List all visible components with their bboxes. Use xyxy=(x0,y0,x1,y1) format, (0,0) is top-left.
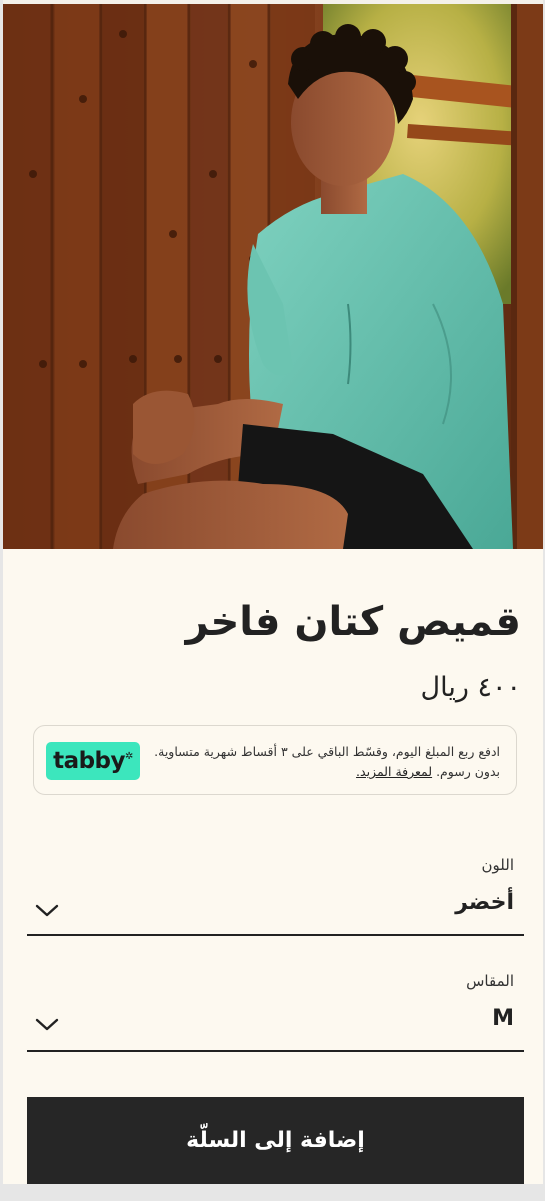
chevron-down-icon xyxy=(35,1018,59,1031)
size-select[interactable]: المقاس M xyxy=(27,968,524,1052)
tabby-installments-banner: ادفع ربع المبلغ اليوم، وقسّط الباقي على … xyxy=(33,725,517,795)
tabby-learn-more-link[interactable]: لمعرفة المزيد. xyxy=(356,764,432,779)
color-label: اللون xyxy=(481,856,514,874)
product-page: قميص كتان فاخر ٤٠٠ ريال ادفع ربع المبلغ … xyxy=(3,0,543,1184)
tabby-asterisk-icon: ✲ xyxy=(125,751,133,762)
color-select[interactable]: اللون أخضر xyxy=(27,852,524,936)
tabby-text: ادفع ربع المبلغ اليوم، وقسّط الباقي على … xyxy=(154,744,500,779)
size-label: المقاس xyxy=(466,972,514,990)
product-title: قميص كتان فاخر xyxy=(185,599,521,645)
tabby-logo: tabby✲ xyxy=(46,742,140,780)
tabby-logo-text: tabby xyxy=(53,748,126,774)
tabby-description: ادفع ربع المبلغ اليوم، وقسّط الباقي على … xyxy=(150,742,500,782)
add-to-cart-button[interactable]: إضافة إلى السلّة xyxy=(27,1097,524,1184)
color-value: أخضر xyxy=(455,890,514,915)
chevron-down-icon xyxy=(35,904,59,917)
product-price: ٤٠٠ ريال xyxy=(420,672,522,703)
product-image xyxy=(3,4,543,549)
size-value: M xyxy=(492,1006,514,1031)
